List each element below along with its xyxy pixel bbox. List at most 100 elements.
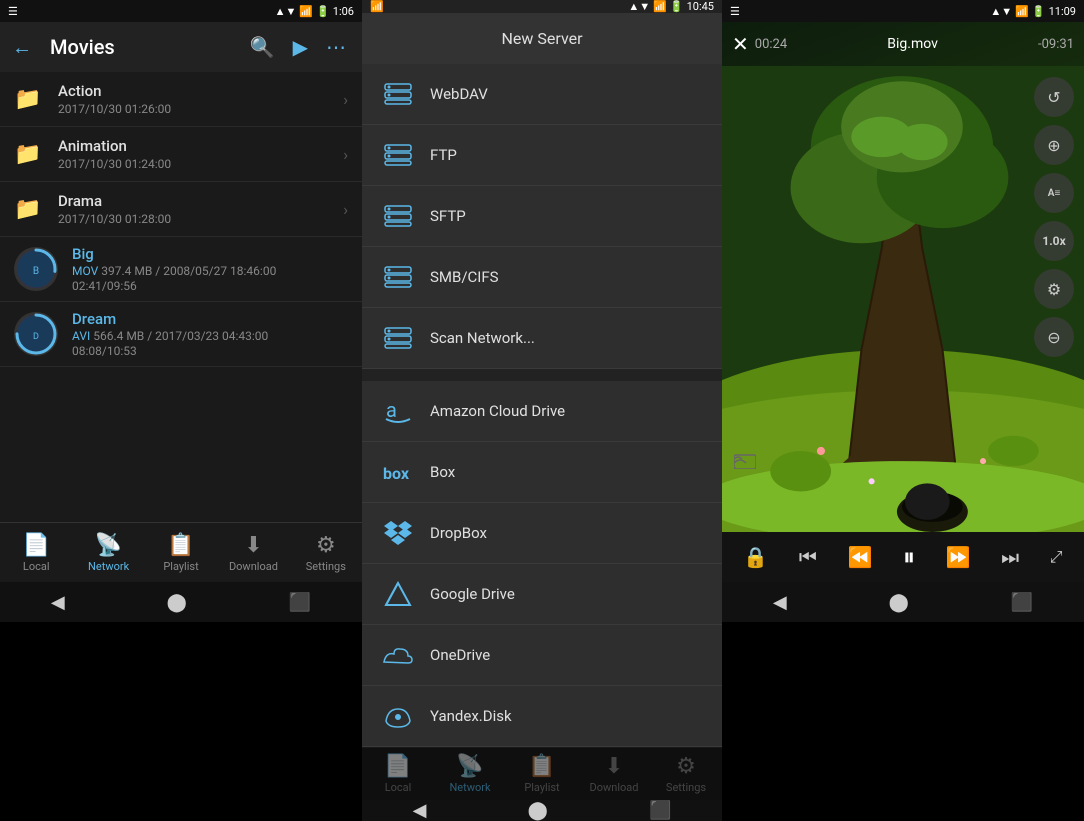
rewind-button[interactable]: ⏪ bbox=[841, 541, 878, 573]
prev-chapter-button[interactable]: ⏮ bbox=[793, 541, 823, 573]
folder-item-drama[interactable]: 📁 Drama 2017/10/30 01:28:00 › bbox=[0, 182, 362, 237]
nav-playlist-p2[interactable]: 📋 Playlist bbox=[506, 748, 578, 800]
zoom-out-button[interactable]: ⊖ bbox=[1034, 317, 1074, 357]
chevron-icon: › bbox=[343, 200, 348, 219]
nav-download[interactable]: ⬇ Download bbox=[217, 527, 289, 579]
recents-sys-btn[interactable]: ⬛ bbox=[289, 592, 311, 613]
play-icon[interactable]: ▶ bbox=[289, 31, 312, 63]
recents-sys-btn-p2[interactable]: ⬛ bbox=[649, 800, 671, 821]
file-info-big: Big MOV 397.4 MB / 2008/05/27 18:46:00 0… bbox=[72, 245, 348, 293]
server-box[interactable]: box Box bbox=[362, 442, 722, 503]
wifi-icon: 📶 bbox=[299, 5, 313, 18]
server-icon-webdav bbox=[382, 78, 414, 110]
nav-download-p2[interactable]: ⬇ Download bbox=[578, 748, 650, 800]
wifi-p2: 📶 bbox=[653, 0, 667, 13]
zoom-in-button[interactable]: ⊕ bbox=[1034, 125, 1074, 165]
page-title: Movies bbox=[50, 35, 236, 59]
server-icon-sftp bbox=[382, 200, 414, 232]
video-top-bar: ✕ 00:24 Big.mov -09:31 bbox=[722, 22, 1084, 66]
next-chapter-button[interactable]: ⏭ bbox=[995, 541, 1025, 573]
home-sys-btn-p2[interactable]: ⬤ bbox=[528, 800, 548, 821]
back-sys-btn-p2[interactable]: ◀ bbox=[413, 800, 427, 821]
server-label-ftp: FTP bbox=[430, 146, 457, 164]
status-bar-panel2: 📶 ▲▼ 📶 🔋 10:45 bbox=[362, 0, 722, 13]
file-item-dream[interactable]: D Dream AVI 566.4 MB / 2017/03/23 04:43:… bbox=[0, 302, 362, 367]
subtitle-button[interactable]: A≡ bbox=[1034, 173, 1074, 213]
server-icon-scan bbox=[382, 322, 414, 354]
server-label-scan: Scan Network... bbox=[430, 329, 535, 347]
status-icons-right: ▲▼ 📶 🔋 1:06 bbox=[275, 5, 354, 18]
server-label-dropbox: DropBox bbox=[430, 524, 487, 542]
server-dropbox[interactable]: DropBox bbox=[362, 503, 722, 564]
home-sys-btn[interactable]: ⬤ bbox=[167, 592, 187, 613]
video-scene bbox=[722, 66, 1084, 532]
search-icon[interactable]: 🔍 bbox=[246, 31, 279, 63]
progress-ring-dream: D bbox=[14, 312, 58, 356]
nav-network-p2[interactable]: 📡 Network bbox=[434, 748, 506, 800]
movies-toolbar: ← Movies 🔍 ▶ ⋯ bbox=[0, 22, 362, 72]
folder-name: Drama bbox=[58, 192, 343, 210]
folder-item-action[interactable]: 📁 Action 2017/10/30 01:26:00 › bbox=[0, 72, 362, 127]
download-icon: ⬇ bbox=[244, 533, 262, 558]
server-yandex[interactable]: Yandex.Disk bbox=[362, 686, 722, 747]
video-area[interactable]: ✕ 00:24 Big.mov -09:31 bbox=[722, 22, 1084, 532]
server-amazon[interactable]: a Amazon Cloud Drive bbox=[362, 381, 722, 442]
nav-label-download: Download bbox=[229, 560, 278, 573]
folder-meta: 2017/10/30 01:28:00 bbox=[58, 212, 343, 226]
fullscreen-button[interactable]: ⤢ bbox=[1044, 543, 1069, 571]
back-sys-btn-p3[interactable]: ◀ bbox=[773, 592, 787, 613]
server-ftp[interactable]: FTP bbox=[362, 125, 722, 186]
back-button[interactable]: ← bbox=[12, 35, 32, 60]
folder-item-animation[interactable]: 📁 Animation 2017/10/30 01:24:00 › bbox=[0, 127, 362, 182]
video-close-button[interactable]: ✕ bbox=[732, 32, 749, 56]
video-time-remaining: -09:31 bbox=[1038, 37, 1074, 52]
signal-icon: ▲▼ bbox=[275, 5, 297, 18]
status-right-p2: ▲▼ 📶 🔋 10:45 bbox=[628, 0, 714, 13]
server-label-amazon: Amazon Cloud Drive bbox=[430, 402, 565, 420]
settings-icon: ⚙ bbox=[316, 533, 336, 558]
bottom-nav-p2: 📄 Local 📡 Network 📋 Playlist ⬇ Download … bbox=[362, 747, 722, 800]
replay-button[interactable]: ↺ bbox=[1034, 77, 1074, 117]
back-sys-btn[interactable]: ◀ bbox=[51, 592, 65, 613]
nav-settings-p2[interactable]: ⚙ Settings bbox=[650, 748, 722, 800]
filemeta-dream: AVI 566.4 MB / 2017/03/23 04:43:00 bbox=[72, 329, 348, 343]
server-webdav[interactable]: WebDAV bbox=[362, 64, 722, 125]
nav-network[interactable]: 📡 Network bbox=[72, 527, 144, 579]
playlist-icon: 📋 bbox=[167, 533, 194, 558]
pause-button[interactable]: ⏸ bbox=[897, 539, 921, 575]
server-label-smb: SMB/CIFS bbox=[430, 268, 499, 286]
file-item-big[interactable]: B Big MOV 397.4 MB / 2008/05/27 18:46:00… bbox=[0, 237, 362, 302]
home-sys-btn-p3[interactable]: ⬤ bbox=[889, 592, 909, 613]
android-icon-p3: ☰ bbox=[730, 5, 740, 18]
cast-icon[interactable] bbox=[734, 450, 756, 474]
more-icon[interactable]: ⋯ bbox=[322, 31, 350, 63]
server-onedrive[interactable]: OneDrive bbox=[362, 625, 722, 686]
server-divider bbox=[362, 369, 722, 381]
settings-button[interactable]: ⚙ bbox=[1034, 269, 1074, 309]
server-icon-ftp bbox=[382, 139, 414, 171]
clock-p3: 11:09 bbox=[1049, 5, 1076, 18]
svg-text:box: box bbox=[383, 464, 410, 483]
new-server-dialog: New Server WebDAV FTP SFTP bbox=[362, 13, 722, 747]
nav-settings[interactable]: ⚙ Settings bbox=[290, 527, 362, 579]
server-sftp[interactable]: SFTP bbox=[362, 186, 722, 247]
system-nav-p3: ◀ ⬤ ⬛ bbox=[722, 582, 1084, 622]
bottom-nav-p1: 📄 Local 📡 Network 📋 Playlist ⬇ Download … bbox=[0, 522, 362, 582]
server-smb[interactable]: SMB/CIFS bbox=[362, 247, 722, 308]
server-label-yandex: Yandex.Disk bbox=[430, 707, 512, 725]
svg-text:D: D bbox=[33, 332, 39, 342]
folder-name: Action bbox=[58, 82, 343, 100]
speed-button[interactable]: 1.0x bbox=[1034, 221, 1074, 261]
recents-sys-btn-p3[interactable]: ⬛ bbox=[1011, 592, 1033, 613]
server-icon-yandex bbox=[382, 700, 414, 732]
nav-label-network: Network bbox=[88, 560, 129, 573]
status-icons-left: ☰ bbox=[8, 5, 18, 18]
dialog-title: New Server bbox=[362, 13, 722, 64]
server-gdrive[interactable]: Google Drive bbox=[362, 564, 722, 625]
nav-local[interactable]: 📄 Local bbox=[0, 527, 72, 579]
forward-button[interactable]: ⏩ bbox=[940, 541, 977, 573]
server-scan[interactable]: Scan Network... bbox=[362, 308, 722, 369]
nav-playlist[interactable]: 📋 Playlist bbox=[145, 527, 217, 579]
nav-local-p2[interactable]: 📄 Local bbox=[362, 748, 434, 800]
lock-button[interactable]: 🔒 bbox=[737, 541, 774, 573]
